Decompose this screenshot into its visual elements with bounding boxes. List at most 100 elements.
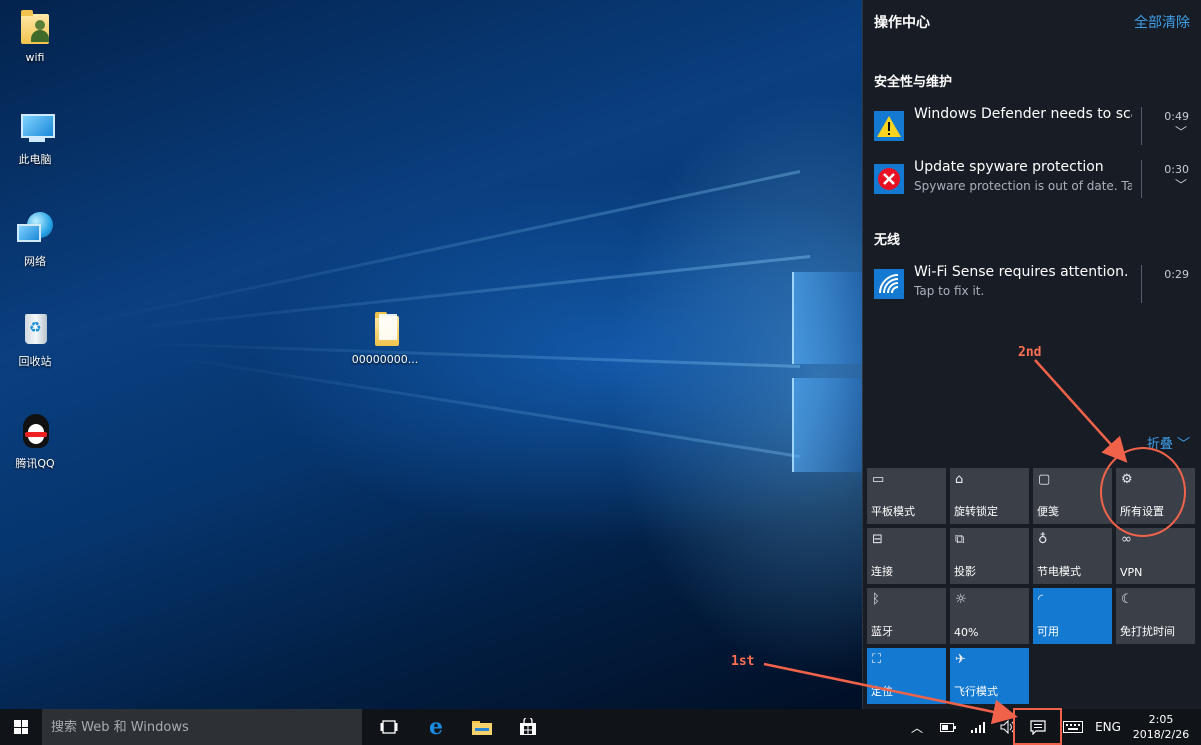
desktop-icon-label: 此电脑 [18,153,52,166]
bluetooth-icon: ᛒ [872,592,880,607]
chevron-up-icon: ︿ [910,720,923,735]
quick-action-tablet-mode[interactable]: ▭ 平板模式 [867,468,946,524]
note-icon: ▢ [1038,472,1051,487]
location-icon: ⛶ [872,652,882,667]
desktop-icon-label: wifi [25,51,45,64]
start-button[interactable] [0,709,42,745]
notification-title: Wi-Fi Sense requires attention. [914,264,1129,280]
taskbar-search[interactable] [42,709,362,745]
notification-title: Windows Defender needs to scan your PC [914,106,1132,122]
quick-action-brightness[interactable]: ☼ 40% [950,588,1029,644]
notification-time: 0:29 [1164,268,1189,281]
annotation-circle-all-settings [1100,447,1186,537]
quick-action-label: 旋转锁定 [954,505,998,518]
group-title-security: 安全性与维护 [874,75,953,90]
quick-action-vpn[interactable]: ∞ VPN [1116,528,1195,584]
quick-action-label: 可用 [1037,625,1059,638]
desktop-icon-label: 回收站 [18,355,52,368]
desktop-icon-network[interactable]: 网络 [0,210,70,269]
quick-action-rotation-lock[interactable]: ⌂ 旋转锁定 [950,468,1029,524]
store-icon [520,718,536,735]
notification-subtitle: Tap to fix it. [914,284,985,298]
wifi-icon [874,269,904,299]
notification-spyware-update[interactable]: Update spyware protection Spyware protec… [863,156,1201,202]
desktop-icon-wifi[interactable]: wifi [0,8,70,64]
quick-action-label: 40% [954,626,979,639]
quick-action-airplane-mode[interactable]: ✈ 飞行模式 [950,648,1029,704]
quick-action-label: 免打扰时间 [1120,625,1175,638]
quick-action-label: 平板模式 [871,505,915,518]
action-center-title: 操作中心 [874,15,930,31]
airplane-icon: ✈ [955,652,966,667]
task-view-icon [380,720,398,734]
desktop-icon-qq[interactable]: 腾讯QQ [0,412,70,471]
wallpaper-logo-pane [792,272,862,364]
clear-all-button[interactable]: 全部清除 [1134,12,1190,32]
group-title-wireless: 无线 [874,233,901,248]
quick-action-bluetooth[interactable]: ᛒ 蓝牙 [867,588,946,644]
desktop-icon-this-pc[interactable]: 此电脑 [0,108,70,167]
project-icon: ⧉ [955,532,965,547]
folder-icon [472,721,492,735]
battery-icon [940,722,956,732]
search-input[interactable] [42,709,362,745]
edge-button[interactable]: e [413,709,459,745]
notification-time: 0:30 [1164,163,1189,176]
desktop-icon-label: 腾讯QQ [15,457,55,470]
quick-action-wifi[interactable]: ◜ 可用 [1033,588,1112,644]
wallpaper-beam [95,170,801,323]
quick-action-label: VPN [1120,566,1143,579]
qq-penguin-icon [15,412,55,452]
quick-action-label: 连接 [871,565,893,578]
desktop-icon-recycle-bin[interactable]: 回收站 [0,310,70,369]
battery-button[interactable] [936,709,960,745]
quick-action-label: 定位 [871,685,893,698]
touch-keyboard-button[interactable] [1060,709,1086,745]
chevron-down-icon: ﹀ [1176,437,1190,452]
quick-action-label: 节电模式 [1037,565,1081,578]
chevron-down-icon[interactable]: ﹀ [1175,123,1187,140]
taskbar-clock[interactable]: 2:05 2018/2/26 [1128,712,1194,742]
desktop-icon-label: 00000000... [351,353,419,366]
clock-time: 2:05 [1148,713,1174,726]
battery-saver-icon: ♁ [1038,532,1048,547]
wallpaper-logo-pane [792,378,862,472]
warning-icon [874,111,904,141]
desktop-icon-folder[interactable]: 00000000... [350,310,420,366]
windows-logo-icon [14,720,28,734]
notification-time: 0:49 [1164,110,1189,123]
network-icon [15,210,55,250]
signal-bars-icon [971,722,985,733]
input-language-button[interactable]: ENG [1090,709,1126,745]
wifi-icon: ◜ [1038,592,1044,607]
annotation-label-second: 2nd [1018,345,1042,360]
annotation-label-first: 1st [731,654,755,669]
file-explorer-button[interactable] [459,709,505,745]
notification-defender-scan[interactable]: Windows Defender needs to scan your PC 0… [863,103,1201,149]
quick-action-label: 投影 [954,565,976,578]
quick-action-battery-saver[interactable]: ♁ 节电模式 [1033,528,1112,584]
show-hidden-icons-button[interactable]: ︿ [906,709,928,745]
quick-action-quiet-hours[interactable]: ☾ 免打扰时间 [1116,588,1195,644]
brightness-icon: ☼ [955,592,967,607]
edge-icon: e [429,714,443,740]
quick-action-label: 便笺 [1037,505,1059,518]
quick-action-project[interactable]: ⧉ 投影 [950,528,1029,584]
keyboard-icon [1063,721,1083,733]
notification-subtitle: Spyware protection is out of date. Tap t… [914,179,1132,193]
desktop-icon-label: 网络 [24,255,46,268]
desktop[interactable]: wifi 此电脑 网络 回收站 腾讯QQ 00000000... [0,0,862,709]
store-button[interactable] [505,709,551,745]
network-tray-button[interactable] [966,709,990,745]
task-view-button[interactable] [366,709,412,745]
quick-action-location[interactable]: ⛶ 定位 [867,648,946,704]
document-folder-icon [365,310,405,350]
connect-icon: ⊟ [872,532,883,547]
quick-action-connect[interactable]: ⊟ 连接 [867,528,946,584]
notification-wifi-sense[interactable]: Wi-Fi Sense requires attention. Tap to f… [863,261,1201,307]
error-icon [874,164,904,194]
tablet-mode-icon: ▭ [872,472,885,487]
notification-title: Update spyware protection [914,159,1104,175]
wallpaper-beam [140,341,801,368]
chevron-down-icon[interactable]: ﹀ [1175,176,1187,193]
